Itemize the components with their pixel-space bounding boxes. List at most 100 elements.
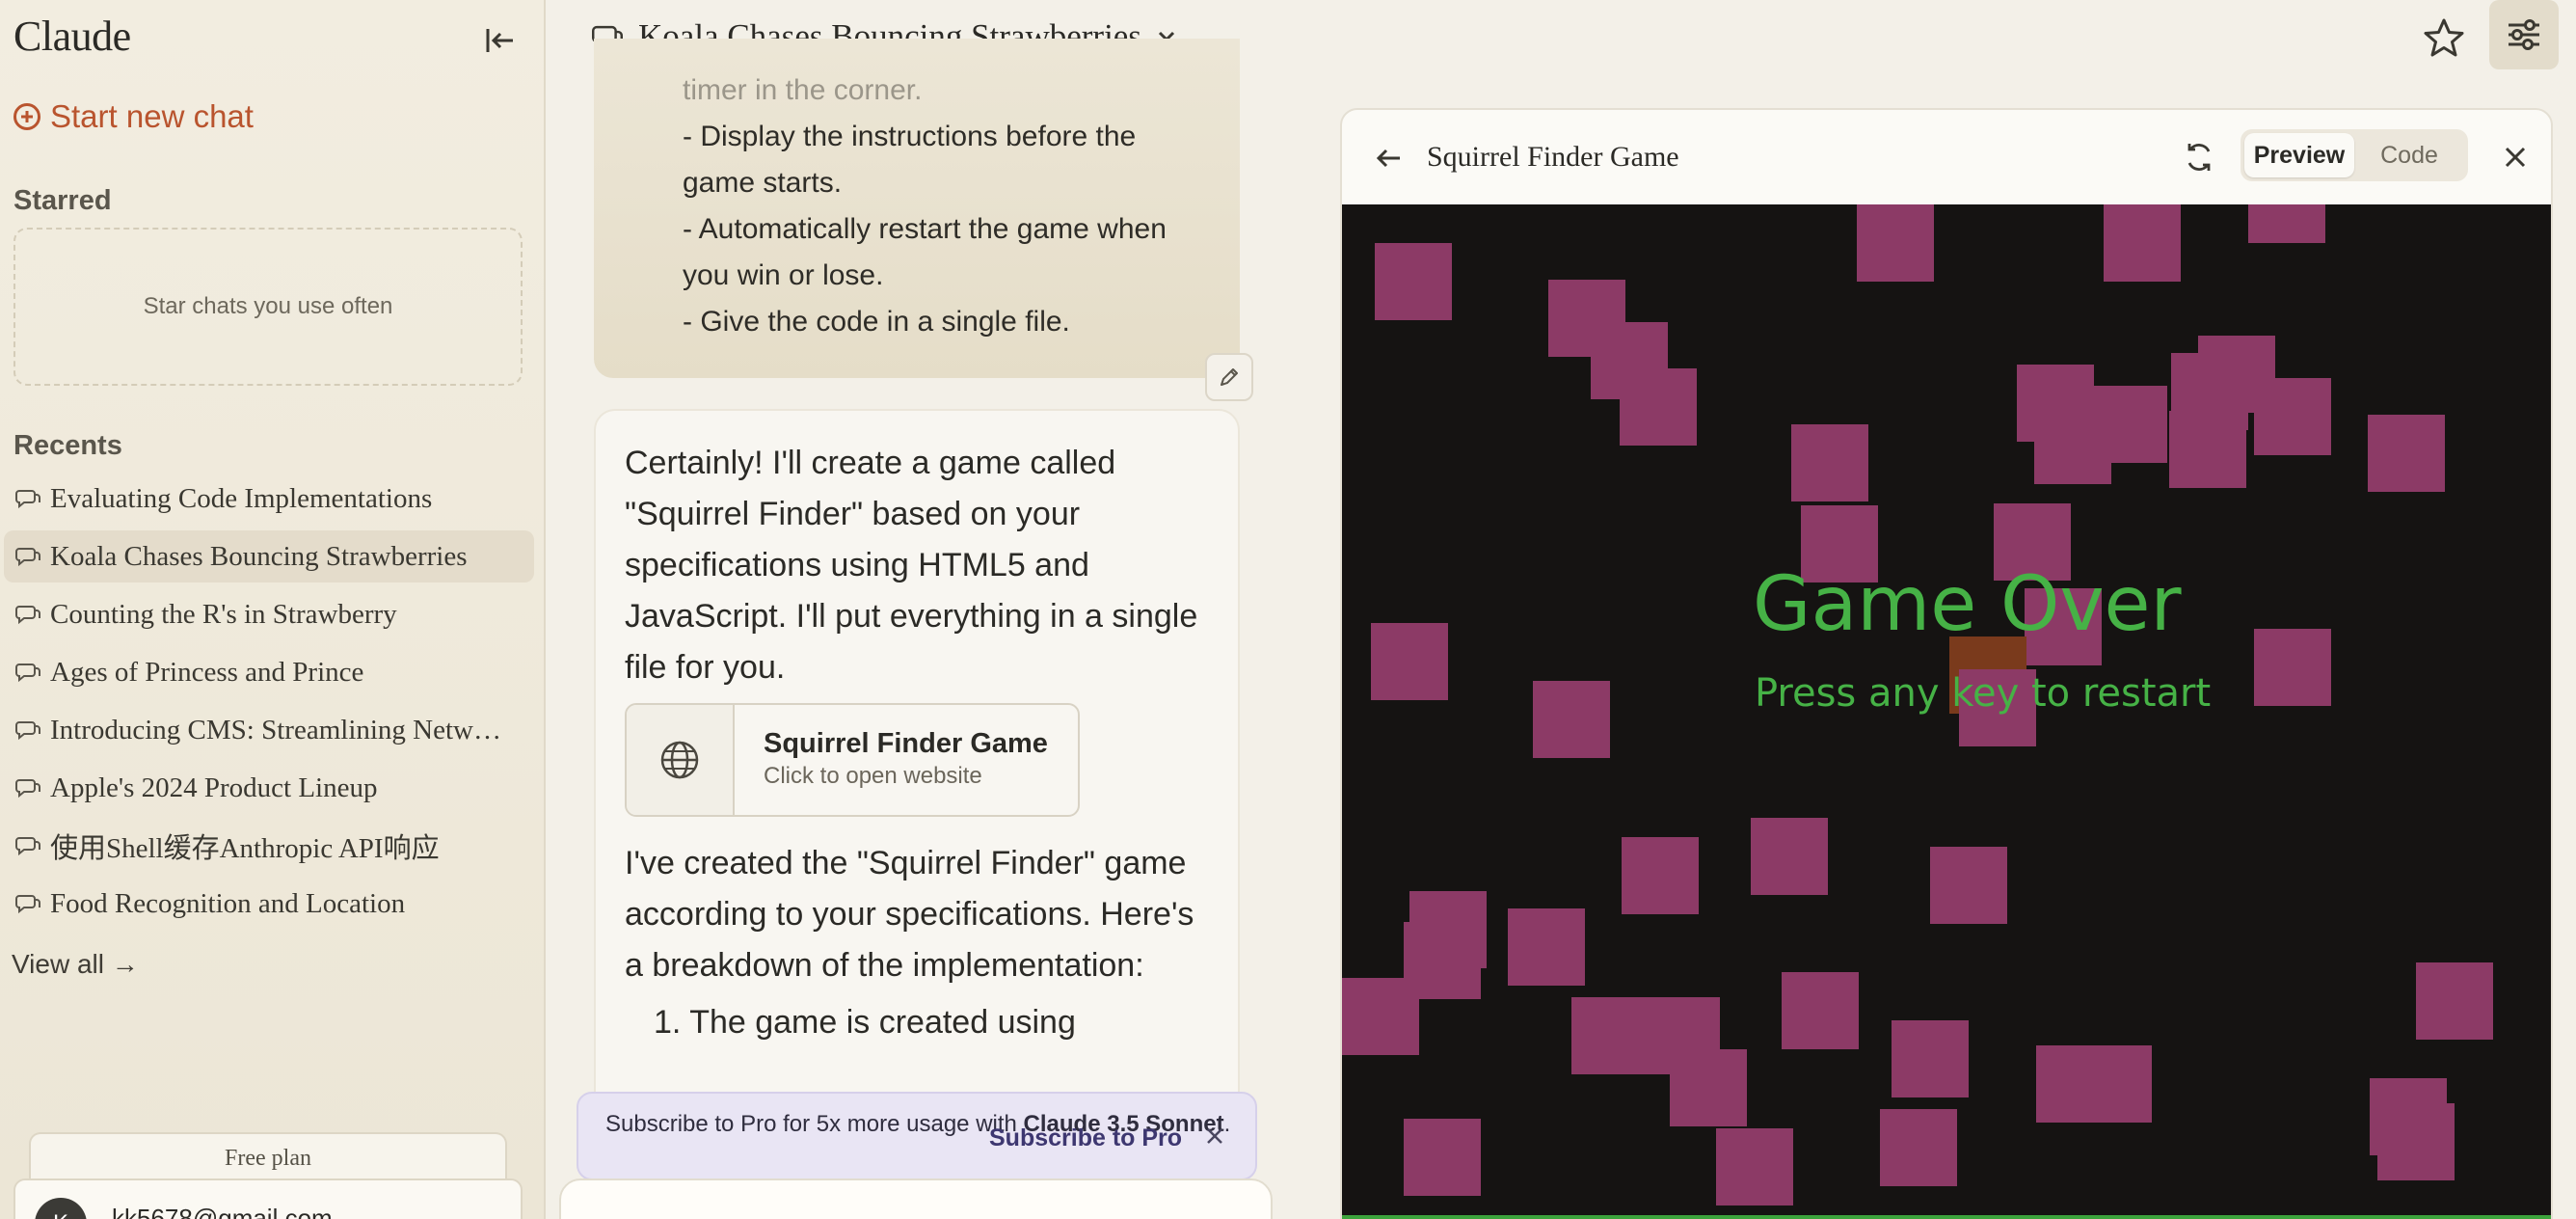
user-message-line: timer in the corner.	[683, 74, 923, 106]
chat-bubble-icon	[15, 606, 40, 625]
strawberry-block	[1508, 908, 1585, 986]
view-all-link[interactable]: View all →	[12, 949, 139, 980]
recent-chat-label: 使用Shell缓存Anthropic API响应	[50, 833, 440, 864]
strawberry-block	[1533, 681, 1610, 758]
star-icon[interactable]	[2422, 15, 2466, 60]
chat-bubble-icon	[15, 548, 40, 567]
chat-bubble-icon	[15, 895, 40, 914]
chat-bubble-icon	[15, 721, 40, 741]
strawberry-block	[2377, 1103, 2455, 1180]
strawberry-block	[2254, 378, 2331, 455]
user-message-line: - Give the code in a single file.	[683, 306, 1070, 338]
artifact-card[interactable]: Squirrel Finder Game Click to open websi…	[625, 703, 1080, 817]
recent-chat-label: Apple's 2024 Product Lineup	[50, 772, 378, 803]
strawberry-block	[1930, 847, 2007, 924]
chat-bubble-icon	[15, 779, 40, 799]
recent-chat-item[interactable]: Apple's 2024 Product Lineup	[4, 762, 534, 814]
strawberry-block	[1404, 1119, 1481, 1196]
strawberry-block	[1571, 997, 1649, 1074]
strawberry-block	[1622, 837, 1699, 914]
game-bottom-border	[1342, 1215, 2551, 1219]
recent-chat-item[interactable]: Counting the R's in Strawberry	[4, 588, 534, 640]
strawberry-block	[2104, 204, 2181, 282]
game-canvas[interactable]: Game Over Press any key to restart	[1342, 204, 2551, 1219]
strawberry-block	[2090, 386, 2167, 463]
recent-chat-item[interactable]: Food Recognition and Location	[4, 878, 534, 930]
strawberry-block	[2075, 1045, 2152, 1123]
starred-heading: Starred	[13, 185, 112, 216]
user-message-line: you win or lose.	[683, 259, 884, 291]
starred-empty-text: Star chats you use often	[143, 293, 393, 319]
close-icon[interactable]	[1201, 1123, 1228, 1150]
assistant-followup: I've created the "Squirrel Finder" game …	[625, 845, 1194, 984]
subscribe-banner: Subscribe to Pro for 5x more usage with …	[577, 1092, 1257, 1180]
chat-bubble-icon	[15, 664, 40, 683]
strawberry-block	[1375, 243, 1452, 320]
sliders-icon	[2509, 19, 2539, 50]
user-message-line: - Automatically restart the game when	[683, 213, 1167, 245]
user-menu-button[interactable]: K kk5678@gmail.com	[13, 1178, 523, 1219]
subscribe-to-pro-link[interactable]: Subscribe to Pro	[989, 1124, 1182, 1152]
artifact-subtitle: Click to open website	[764, 763, 982, 789]
strawberry-block	[2416, 962, 2493, 1040]
sidebar: Claude Start new chat Starred Star chats…	[0, 0, 546, 1219]
assistant-list-item: 1. The game is created using	[654, 1004, 1076, 1041]
preview-code-toggle: Preview Code	[2241, 129, 2468, 181]
strawberry-block	[1782, 972, 1859, 1049]
collapse-sidebar-icon[interactable]	[482, 23, 517, 58]
recent-chat-label: Counting the R's in Strawberry	[50, 598, 397, 630]
assistant-intro: Certainly! I'll create a game called "Sq…	[625, 445, 1198, 686]
strawberry-block	[1716, 1128, 1793, 1205]
strawberry-block	[1620, 368, 1697, 446]
strawberry-block	[1880, 1109, 1957, 1186]
recent-chat-item-active[interactable]: Koala Chases Bouncing Strawberries	[4, 530, 534, 582]
subscribe-text-prefix: Subscribe to Pro for 5x more usage with	[605, 1111, 1024, 1137]
user-email: kk5678@gmail.com	[112, 1204, 333, 1219]
artifact-panel: Squirrel Finder Game Preview Code Game O…	[1340, 108, 2553, 1219]
recent-chat-item[interactable]: Evaluating Code Implementations	[4, 473, 534, 525]
artifact-panel-title: Squirrel Finder Game	[1427, 141, 1679, 173]
app-logo[interactable]: Claude	[13, 12, 131, 61]
game-over-text: Game Over	[1753, 561, 2182, 648]
settings-button[interactable]	[2489, 0, 2559, 69]
user-message-line: game starts.	[683, 167, 843, 199]
starred-empty-box: Star chats you use often	[13, 228, 523, 386]
recent-chat-label: Koala Chases Bouncing Strawberries	[50, 540, 468, 572]
restart-instruction: Press any key to restart	[1755, 671, 2212, 716]
plus-circle-icon	[13, 103, 40, 130]
artifact-icon-box	[627, 705, 735, 815]
recent-chat-item[interactable]: Ages of Princess and Prince	[4, 646, 534, 698]
recent-chat-label: Introducing CMS: Streamlining Netw…	[50, 714, 501, 745]
close-icon[interactable]	[2499, 141, 2532, 174]
message-composer[interactable]	[559, 1178, 1273, 1219]
recent-chat-item[interactable]: Introducing CMS: Streamlining Netw…	[4, 704, 534, 756]
strawberry-block	[1371, 623, 1448, 700]
edit-message-button[interactable]	[1205, 353, 1253, 401]
avatar: K	[35, 1198, 87, 1219]
start-new-chat-label: Start new chat	[50, 98, 254, 134]
pencil-icon	[1221, 368, 1238, 386]
strawberry-block	[2248, 204, 2325, 243]
recent-chat-item[interactable]: 使用Shell缓存Anthropic API响应	[4, 820, 534, 872]
recent-chat-label: Evaluating Code Implementations	[50, 482, 433, 514]
strawberry-block	[2254, 629, 2331, 706]
user-message: timer in the corner. - Display the instr…	[594, 39, 1240, 378]
strawberry-block	[1751, 818, 1828, 895]
tab-code[interactable]: Code	[2354, 133, 2464, 177]
strawberry-block	[1342, 978, 1419, 1055]
tab-preview[interactable]: Preview	[2244, 133, 2354, 177]
plan-badge: Free plan	[29, 1132, 507, 1182]
strawberry-block	[2169, 411, 2246, 488]
chat-bubble-icon	[15, 837, 40, 856]
user-message-line: - Display the instructions before the	[683, 121, 1137, 152]
back-arrow-icon[interactable]	[1371, 141, 1406, 176]
strawberry-block	[1791, 424, 1868, 501]
strawberry-block	[1892, 1020, 1969, 1097]
globe-icon	[660, 741, 699, 779]
start-new-chat-button[interactable]: Start new chat	[13, 98, 254, 135]
recent-chat-label: Food Recognition and Location	[50, 887, 406, 919]
strawberry-block	[1857, 204, 1934, 282]
strawberry-block	[1670, 1049, 1747, 1126]
recent-chat-label: Ages of Princess and Prince	[50, 656, 364, 688]
refresh-icon[interactable]	[2181, 139, 2217, 176]
